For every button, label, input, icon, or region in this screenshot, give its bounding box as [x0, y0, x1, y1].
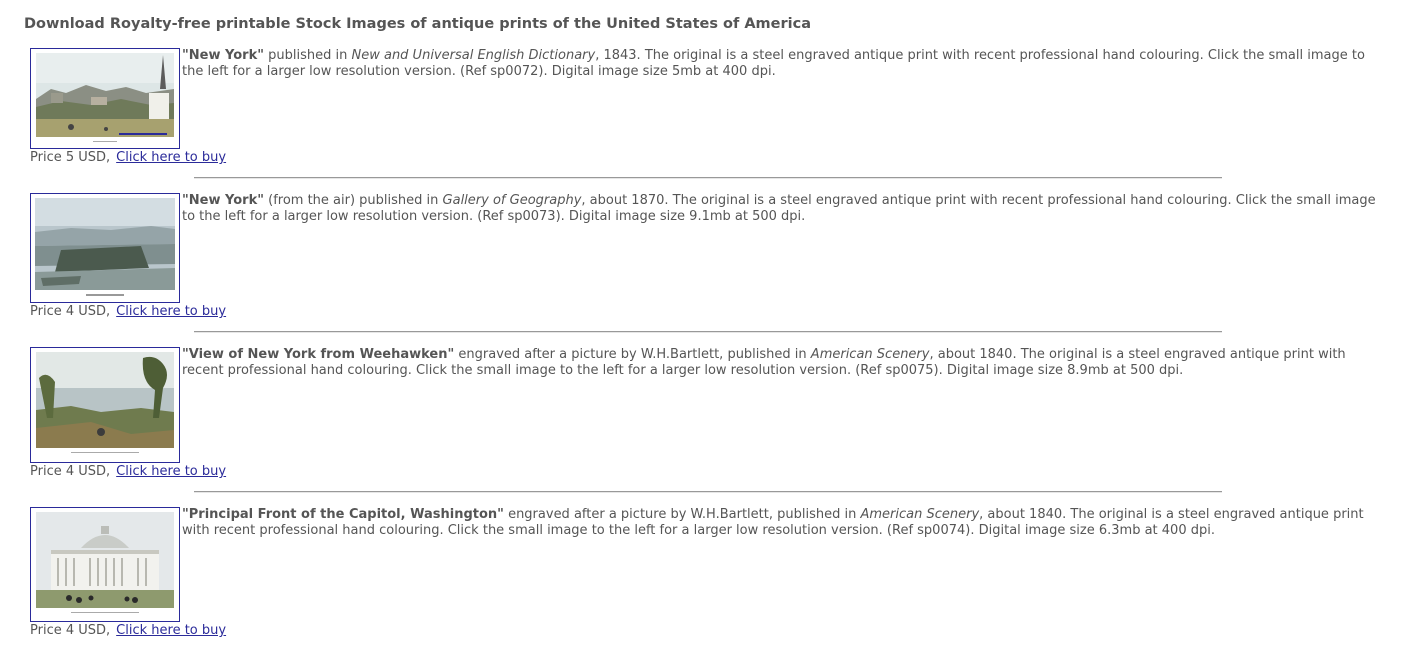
- publication-title: American Scenery: [860, 507, 980, 522]
- separator: [194, 491, 1222, 493]
- description-text: engraved after a picture by W.H.Bartlett…: [454, 347, 811, 362]
- buy-link[interactable]: Click here to buy: [116, 304, 226, 319]
- description-text: published in: [264, 48, 352, 63]
- price-text: Price 4 USD,: [30, 623, 111, 638]
- price-line: Price 4 USD, Click here to buy: [30, 623, 226, 639]
- price-line: Price 4 USD, Click here to buy: [30, 304, 226, 320]
- print-title: "Principal Front of the Capitol, Washing…: [182, 507, 504, 522]
- print-title: "New York": [182, 48, 264, 63]
- print-item: "New York" (from the air) published in G…: [30, 193, 1390, 321]
- print-title: "New York": [182, 193, 264, 208]
- print-item: "New York" published in New and Universa…: [30, 48, 1390, 168]
- page-heading: Download Royalty-free printable Stock Im…: [24, 16, 811, 32]
- print-description: "New York" (from the air) published in G…: [182, 193, 1388, 225]
- publication-title: New and Universal English Dictionary: [351, 48, 596, 63]
- price-text: Price 5 USD,: [30, 150, 111, 165]
- separator: [194, 331, 1222, 333]
- separator: [194, 177, 1222, 179]
- description-text: (from the air) published in: [264, 193, 443, 208]
- print-thumbnail[interactable]: [30, 193, 180, 303]
- description-text: engraved after a picture by W.H.Bartlett…: [503, 507, 861, 522]
- buy-link[interactable]: Click here to buy: [116, 150, 226, 165]
- weehawken-print-thumbnail-icon: [31, 348, 179, 462]
- price-text: Price 4 USD,: [30, 464, 111, 479]
- print-thumbnail[interactable]: [30, 48, 180, 149]
- print-thumbnail[interactable]: [30, 347, 180, 463]
- page: Download Royalty-free printable Stock Im…: [0, 0, 1403, 646]
- print-item: "View of New York from Weehawken" engrav…: [30, 347, 1390, 481]
- print-description: "Principal Front of the Capitol, Washing…: [182, 507, 1388, 539]
- new-york-print-thumbnail-icon: [31, 49, 179, 148]
- price-line: Price 4 USD, Click here to buy: [30, 464, 226, 480]
- print-description: "New York" published in New and Universa…: [182, 48, 1388, 80]
- capitol-washington-print-thumbnail-icon: [31, 508, 179, 621]
- new-york-aerial-print-thumbnail-icon: [31, 194, 179, 302]
- price-text: Price 4 USD,: [30, 304, 111, 319]
- print-item: "Principal Front of the Capitol, Washing…: [30, 507, 1390, 641]
- publication-title: American Scenery: [810, 347, 930, 362]
- print-description: "View of New York from Weehawken" engrav…: [182, 347, 1388, 379]
- price-line: Price 5 USD, Click here to buy: [30, 150, 226, 166]
- publication-title: Gallery of Geography: [442, 193, 582, 208]
- print-title: "View of New York from Weehawken": [182, 347, 455, 362]
- buy-link[interactable]: Click here to buy: [116, 623, 226, 638]
- print-thumbnail[interactable]: [30, 507, 180, 622]
- buy-link[interactable]: Click here to buy: [116, 464, 226, 479]
